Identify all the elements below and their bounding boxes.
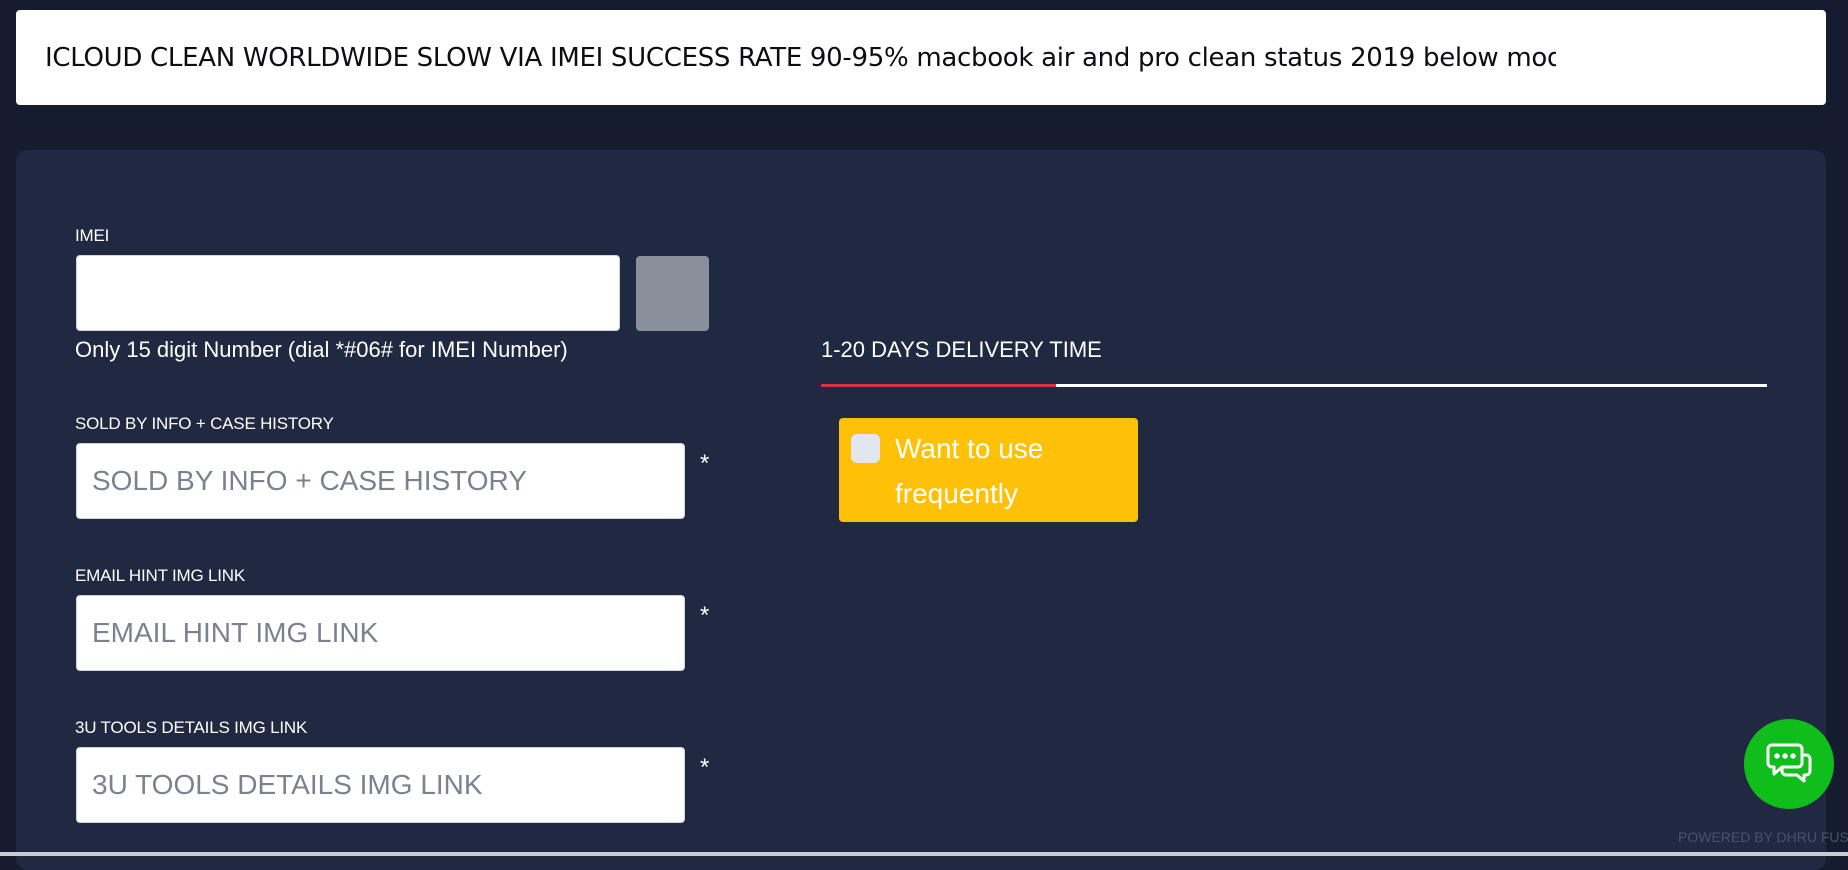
sold-by-input[interactable]: [76, 443, 685, 519]
imei-input[interactable]: [76, 255, 620, 331]
imei-label: IMEI: [75, 226, 110, 245]
email-hint-input[interactable]: [76, 595, 685, 671]
tab-active-indicator: [821, 384, 1056, 387]
imei-side-button[interactable]: [636, 256, 709, 331]
email-hint-label: EMAIL HINT IMG LINK: [75, 566, 246, 585]
tools-details-input[interactable]: [76, 747, 685, 823]
service-title-bar: ICLOUD CLEAN WORLDWIDE SLOW VIA IMEI SUC…: [16, 10, 1826, 105]
chat-bubbles-icon: [1766, 743, 1812, 783]
sold-by-label: SOLD BY INFO + CASE HISTORY: [75, 414, 334, 433]
tab-delivery-time[interactable]: 1-20 DAYS DELIVERY TIME: [821, 337, 1102, 363]
email-hint-required-mark: *: [700, 602, 710, 629]
tools-details-label: 3U TOOLS DETAILS IMG LINK: [75, 718, 308, 737]
favorite-checkbox[interactable]: [851, 434, 880, 463]
sold-by-required-mark: *: [700, 450, 710, 477]
tools-details-required-mark: *: [700, 754, 710, 781]
favorite-label: Want to use frequently: [895, 433, 1044, 509]
bottom-strip: [0, 852, 1848, 856]
imei-help-text: Only 15 digit Number (dial *#06# for IME…: [75, 337, 568, 362]
service-title: ICLOUD CLEAN WORLDWIDE SLOW VIA IMEI SUC…: [45, 42, 1556, 73]
chat-button[interactable]: [1744, 719, 1834, 809]
powered-by-text: POWERED BY DHRU FUSION: [1678, 829, 1848, 845]
